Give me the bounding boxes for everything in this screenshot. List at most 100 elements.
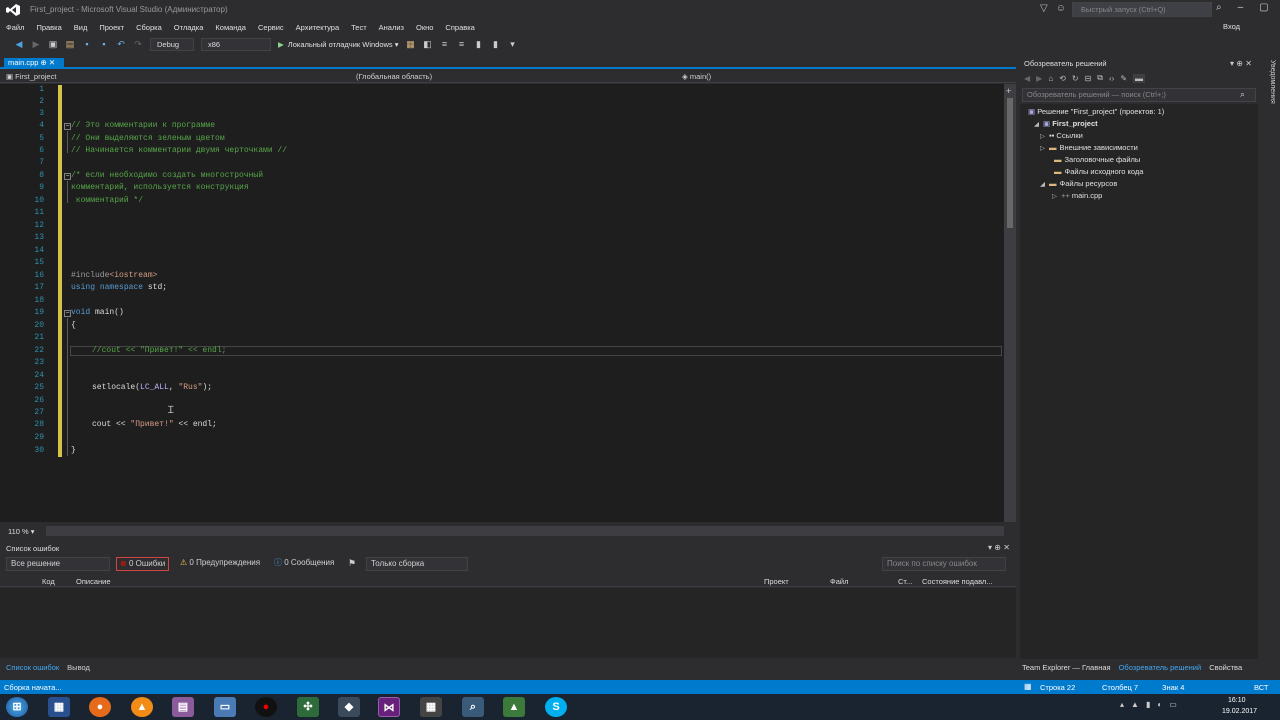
menu-debug[interactable]: Отладка: [174, 23, 204, 32]
column-file[interactable]: Файл: [830, 577, 848, 586]
maximize-button[interactable]: ▢: [1259, 2, 1268, 13]
tree-item-solution[interactable]: ▣ Решение "First_project" (проектов: 1): [1028, 107, 1164, 116]
tab-error-list[interactable]: Список ошибок: [6, 663, 59, 672]
forward-icon[interactable]: ▶: [31, 39, 41, 49]
menu-team[interactable]: Команда: [215, 23, 246, 32]
build-filter-icon[interactable]: ⚑: [348, 558, 356, 569]
tray-app-icon[interactable]: ▲: [1131, 700, 1139, 709]
nav-project-dropdown[interactable]: ▣ First_project: [6, 72, 56, 81]
back-icon[interactable]: ◀: [14, 39, 24, 49]
menu-file[interactable]: Файл: [6, 23, 24, 32]
errors-filter-button[interactable]: ⊗ 0 Ошибки: [116, 557, 170, 571]
tray-volume-icon[interactable]: ◐: [1157, 700, 1162, 709]
column-project[interactable]: Проект: [764, 577, 789, 586]
home-icon[interactable]: ⌂: [1048, 74, 1053, 83]
menu-architecture[interactable]: Архитектура: [296, 23, 339, 32]
view-code-icon[interactable]: ‹›: [1109, 74, 1114, 83]
new-project-icon[interactable]: ▣: [48, 39, 58, 49]
visual-studio-logo-icon[interactable]: [6, 4, 20, 16]
platform-select[interactable]: x86: [201, 37, 271, 51]
show-all-files-icon[interactable]: ⧉: [1097, 73, 1103, 83]
tab-properties[interactable]: Свойства: [1209, 663, 1242, 672]
network-icon[interactable]: ✣: [297, 697, 319, 717]
tree-item-header-files[interactable]: ▬ Заголовочные файлы: [1054, 155, 1140, 164]
file-manager-icon[interactable]: ▦: [48, 697, 70, 717]
save-icon[interactable]: ▪: [82, 39, 92, 49]
dropdown-icon[interactable]: ▾: [988, 543, 992, 552]
search-icon[interactable]: ⌕: [1216, 2, 1222, 13]
start-button[interactable]: ⊞: [6, 697, 28, 717]
calendar-icon[interactable]: ▦: [420, 697, 442, 717]
build-filter-select[interactable]: Только сборка: [366, 557, 468, 571]
error-search-input[interactable]: Поиск по списку ошибок: [882, 557, 1006, 571]
dropdown-icon[interactable]: ▾: [1230, 59, 1234, 68]
tab-solution-explorer[interactable]: Обозреватель решений: [1119, 663, 1202, 672]
sync-icon[interactable]: ⟲: [1059, 74, 1066, 83]
error-scope-select[interactable]: Все решение: [6, 557, 110, 571]
tray-network-icon[interactable]: ▮: [1146, 700, 1150, 709]
search-tool-icon[interactable]: ⌕: [462, 697, 484, 717]
menu-edit[interactable]: Правка: [36, 23, 61, 32]
tree-item-external-dependencies[interactable]: ▷ ▬ Внешние зависимости: [1040, 143, 1138, 152]
firefox-icon[interactable]: ●: [89, 697, 111, 717]
refresh-icon[interactable]: ↻: [1072, 74, 1079, 83]
fold-toggle-icon[interactable]: −: [64, 310, 71, 317]
menu-window[interactable]: Окно: [416, 23, 433, 32]
obs-icon[interactable]: ●: [255, 697, 277, 717]
preview-icon[interactable]: ▬: [1133, 73, 1146, 83]
column-line[interactable]: Ст...: [898, 577, 912, 586]
back-icon[interactable]: ◀: [1024, 74, 1030, 83]
search-icon[interactable]: ⌕: [1240, 89, 1245, 100]
notepad-icon[interactable]: ▭: [214, 697, 236, 717]
properties-icon[interactable]: ✎: [1120, 74, 1127, 83]
editor-horizontal-scrollbar[interactable]: [46, 526, 1004, 536]
menu-build[interactable]: Сборка: [136, 23, 162, 32]
fold-toggle-icon[interactable]: −: [64, 123, 71, 130]
toolbar-options-icon[interactable]: ▾: [508, 39, 518, 49]
warnings-filter-button[interactable]: ⚠ 0 Предупреждения: [180, 557, 260, 571]
close-icon[interactable]: ✕: [1245, 59, 1252, 68]
pin-icon[interactable]: ⊕: [1236, 59, 1243, 68]
tab-team-explorer[interactable]: Team Explorer — Главная: [1022, 663, 1111, 672]
messages-filter-button[interactable]: ⓘ 0 Сообщения: [274, 557, 334, 571]
menu-test[interactable]: Тест: [351, 23, 367, 32]
fold-toggle-icon[interactable]: −: [64, 173, 71, 180]
expand-arrow-icon[interactable]: ▷: [1040, 133, 1045, 140]
redo-icon[interactable]: ↷: [133, 39, 143, 49]
skype-icon[interactable]: S: [545, 697, 567, 717]
winrar-icon[interactable]: ▤: [172, 697, 194, 717]
split-icon[interactable]: +: [1006, 86, 1011, 96]
column-suppression[interactable]: Состояние подавл...: [922, 577, 993, 586]
tray-keyboard-icon[interactable]: ▭: [1169, 700, 1177, 709]
menu-view[interactable]: Вид: [74, 23, 88, 32]
clock-time[interactable]: 16:10: [1228, 697, 1246, 704]
visual-studio-taskbar-icon[interactable]: ⋈: [378, 697, 400, 717]
uncomment-icon[interactable]: ≡: [457, 39, 467, 49]
tab-output[interactable]: Вывод: [67, 663, 90, 672]
close-tab-icon[interactable]: ✕: [49, 58, 55, 67]
nav-scope-dropdown[interactable]: (Глобальная область): [356, 72, 432, 81]
tree-item-resource-files[interactable]: ◢ ▬ Файлы ресурсов: [1040, 179, 1117, 188]
menu-help[interactable]: Справка: [445, 23, 474, 32]
zoom-select[interactable]: 110 % ▾: [8, 527, 35, 536]
avast-icon[interactable]: ▲: [131, 697, 153, 717]
menu-analyze[interactable]: Анализ: [379, 23, 404, 32]
collapse-arrow-icon[interactable]: ◢: [1040, 181, 1045, 188]
menu-tools[interactable]: Сервис: [258, 23, 284, 32]
solution-search-input[interactable]: Обозреватель решений — поиск (Ctrl+;): [1022, 88, 1256, 102]
open-file-icon[interactable]: ▤: [65, 39, 75, 49]
breakpoint-icon[interactable]: ▦: [406, 39, 416, 49]
collapse-arrow-icon[interactable]: ◢: [1034, 121, 1039, 128]
notifications-side-tab[interactable]: Уведомления: [1262, 60, 1276, 120]
configuration-select[interactable]: Debug: [150, 37, 194, 51]
expand-arrow-icon[interactable]: ▷: [1052, 193, 1057, 200]
minimize-button[interactable]: ‒: [1238, 2, 1244, 13]
filter-icon[interactable]: ▽: [1040, 3, 1048, 14]
android-studio-icon[interactable]: ▲: [503, 697, 525, 717]
bookmark-icon[interactable]: ▮: [474, 39, 484, 49]
expand-arrow-icon[interactable]: ▷: [1040, 145, 1045, 152]
sign-in-link[interactable]: Вход: [1223, 22, 1240, 31]
quick-launch-input[interactable]: Быстрый запуск (Ctrl+Q): [1072, 2, 1212, 17]
collapse-all-icon[interactable]: ⊟: [1085, 74, 1092, 83]
nav-member-dropdown[interactable]: ◈ main(): [682, 72, 711, 81]
